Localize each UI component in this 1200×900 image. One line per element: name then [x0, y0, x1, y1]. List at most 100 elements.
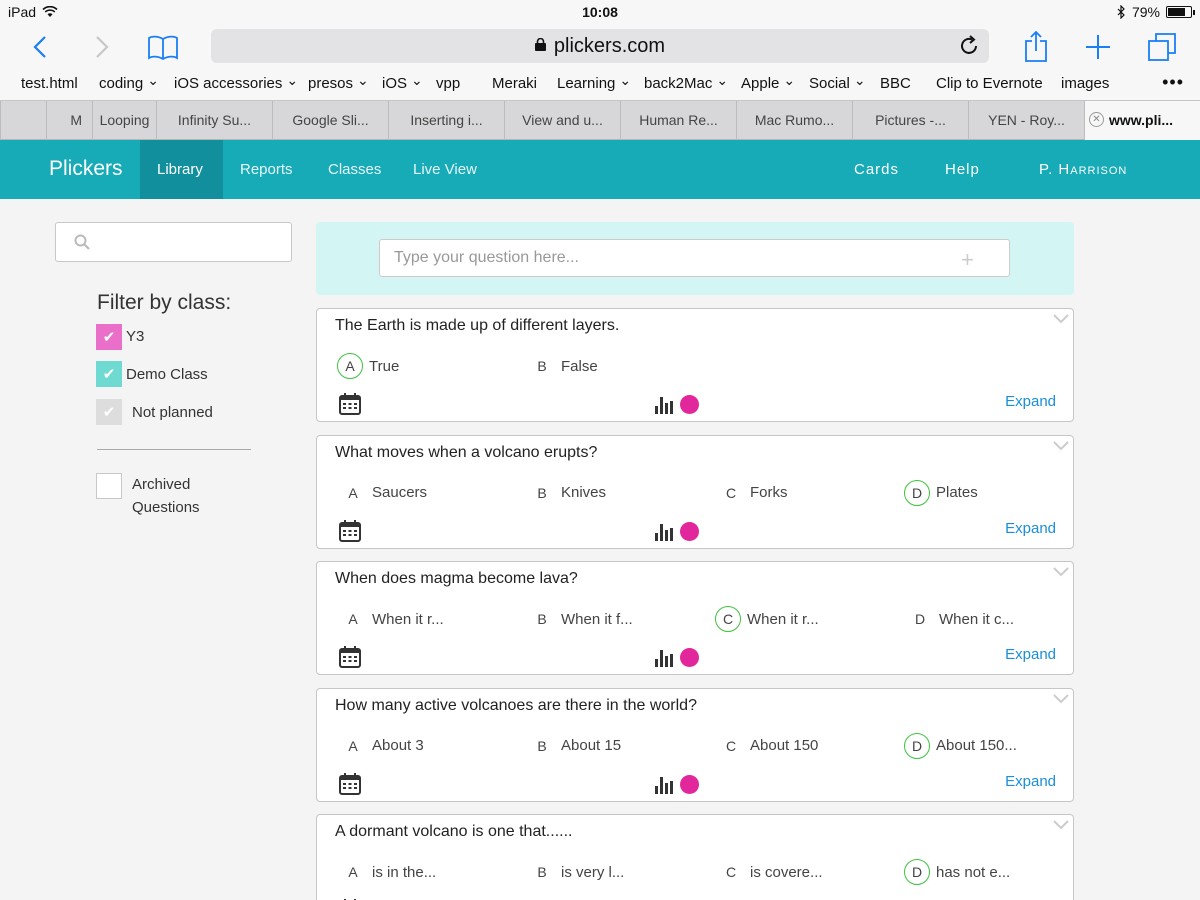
- calendar-icon[interactable]: [339, 772, 361, 800]
- browser-tab[interactable]: Mac Rumo...: [736, 101, 852, 140]
- forward-icon[interactable]: [85, 30, 119, 64]
- question-card[interactable]: When does magma become lava? A When it r..…: [316, 561, 1074, 675]
- bookmark-item[interactable]: Clip to Evernote: [936, 75, 1043, 92]
- browser-toolbar: plickers.com: [0, 24, 1200, 68]
- close-icon[interactable]: ✕: [1089, 112, 1104, 127]
- new-question-input[interactable]: [379, 239, 1010, 277]
- more-icon[interactable]: •••: [1162, 72, 1184, 93]
- checkbox-archived[interactable]: [96, 473, 122, 499]
- browser-tab[interactable]: Infinity Su...: [156, 101, 272, 140]
- expand-link[interactable]: Expand: [1005, 646, 1056, 663]
- add-question-icon[interactable]: +: [961, 247, 974, 273]
- checkbox-y3[interactable]: ✔: [96, 324, 122, 350]
- bookmark-item[interactable]: iOS accessories ⌄: [174, 72, 299, 92]
- chevron-down-icon: ⌄: [357, 72, 369, 88]
- question-card[interactable]: How many active volcanoes are there in t…: [316, 687, 1074, 802]
- reload-icon[interactable]: [957, 34, 981, 58]
- back-icon[interactable]: [23, 30, 57, 64]
- bookmark-item[interactable]: BBC: [880, 75, 911, 92]
- bookmark-item[interactable]: presos ⌄: [308, 72, 369, 92]
- tab-label: Looping: [99, 112, 150, 128]
- bookmark-item[interactable]: Apple ⌄: [741, 72, 795, 92]
- bookmark-label: Meraki: [492, 75, 538, 92]
- filter-class-y3[interactable]: ✔ Y3: [96, 324, 144, 350]
- answer-option-correct: Dhas not e...: [904, 859, 1010, 885]
- nav-reports[interactable]: Reports: [240, 140, 293, 199]
- chevron-down-icon: ⌄: [286, 72, 299, 88]
- nav-classes[interactable]: Classes: [328, 140, 381, 199]
- bar-chart-icon[interactable]: [655, 645, 677, 672]
- nav-help[interactable]: Help: [945, 161, 980, 178]
- chevron-down-icon[interactable]: [1053, 438, 1069, 454]
- browser-tab[interactable]: Pictures -...: [852, 101, 968, 140]
- checkbox-not-planned[interactable]: ✔: [96, 399, 122, 425]
- calendar-icon[interactable]: [339, 519, 361, 547]
- bar-chart-icon[interactable]: [655, 772, 677, 799]
- filter-label-y3: Y3: [126, 327, 145, 345]
- nav-library[interactable]: Library: [140, 140, 223, 199]
- answer-text: About 150...: [936, 737, 1017, 754]
- answer-letter: A: [348, 484, 358, 501]
- filter-class-demo[interactable]: ✔ Demo Class: [96, 361, 208, 387]
- filter-title: Filter by class:: [97, 291, 232, 314]
- browser-tab[interactable]: View and u...: [504, 101, 620, 140]
- browser-tab[interactable]: Human Re...: [620, 101, 736, 140]
- bookmark-item[interactable]: coding ⌄: [99, 72, 159, 92]
- bookmark-label: iOS accessories: [174, 75, 283, 92]
- tab-active[interactable]: ✕ www.pli...: [1084, 101, 1200, 140]
- calendar-icon[interactable]: [339, 393, 361, 420]
- library-search-input[interactable]: [55, 222, 292, 262]
- chevron-down-icon[interactable]: [1053, 564, 1069, 580]
- browser-tab[interactable]: Looping: [92, 101, 156, 140]
- chevron-down-icon[interactable]: [1053, 817, 1069, 833]
- expand-link[interactable]: Expand: [1005, 393, 1056, 410]
- chevron-down-icon[interactable]: [1053, 691, 1069, 707]
- bookmark-item[interactable]: test.html: [21, 75, 78, 92]
- bookmark-item[interactable]: images: [1061, 75, 1109, 92]
- browser-tab[interactable]: Inserting i...: [388, 101, 504, 140]
- browser-tab[interactable]: M: [46, 101, 92, 140]
- chevron-down-icon[interactable]: [1053, 311, 1069, 327]
- expand-link[interactable]: Expand: [1005, 773, 1056, 790]
- battery-percent: 79%: [1131, 4, 1160, 20]
- question-card[interactable]: A dormant volcano is one that...... Ais i…: [316, 814, 1074, 900]
- nav-cards[interactable]: Cards: [854, 161, 899, 178]
- sidebar-divider: [97, 449, 251, 450]
- filter-class-not-planned[interactable]: ✔ Not planned: [96, 399, 213, 425]
- tab-label: M: [70, 112, 82, 128]
- bookmark-item[interactable]: back2Mac ⌄: [644, 72, 728, 92]
- answer-option: A About 3: [337, 733, 423, 759]
- bookmark-label: iOS: [382, 75, 408, 92]
- nav-user[interactable]: P. Harrison: [1039, 161, 1127, 178]
- bookmark-item[interactable]: Meraki: [492, 75, 537, 92]
- bookmark-item[interactable]: vpp: [436, 75, 460, 92]
- archived-filter[interactable]: Archived Questions: [96, 473, 232, 519]
- answer-text: About 15: [561, 737, 622, 754]
- checkbox-demo-class[interactable]: ✔: [96, 361, 122, 387]
- nav-live-view[interactable]: Live View: [413, 140, 477, 199]
- browser-tab[interactable]: Google Sli...: [272, 101, 388, 140]
- bar-chart-icon[interactable]: [655, 519, 677, 546]
- answer-option-correct: C When it r...: [715, 606, 819, 632]
- bookmark-item[interactable]: Learning ⌄: [557, 72, 631, 92]
- bookmark-label: Social: [809, 75, 850, 92]
- expand-link[interactable]: Expand: [1005, 520, 1056, 537]
- tabs-overview-icon[interactable]: [1145, 30, 1179, 64]
- answer-text: Knives: [561, 484, 607, 501]
- bookmarks-book-icon[interactable]: [146, 30, 180, 64]
- bar-chart-icon[interactable]: [655, 392, 677, 419]
- bookmark-label: vpp: [436, 75, 461, 92]
- answer-text: Saucers: [372, 484, 428, 501]
- bookmark-item[interactable]: iOS ⌄: [382, 72, 423, 92]
- bookmark-item[interactable]: Social ⌄: [809, 72, 866, 92]
- browser-tab[interactable]: YEN - Roy...: [968, 101, 1084, 140]
- share-icon[interactable]: [1019, 30, 1053, 64]
- new-tab-icon[interactable]: [1081, 30, 1115, 64]
- answer-text: When it r...: [747, 610, 819, 628]
- question-card[interactable]: The Earth is made up of different layers…: [316, 308, 1074, 422]
- answer-letter: D: [914, 611, 926, 627]
- question-card[interactable]: What moves when a volcano erupts? A Saucer…: [316, 434, 1074, 549]
- address-bar[interactable]: plickers.com: [211, 29, 989, 63]
- calendar-icon[interactable]: [339, 646, 361, 673]
- brand-logo[interactable]: Plickers: [49, 157, 123, 181]
